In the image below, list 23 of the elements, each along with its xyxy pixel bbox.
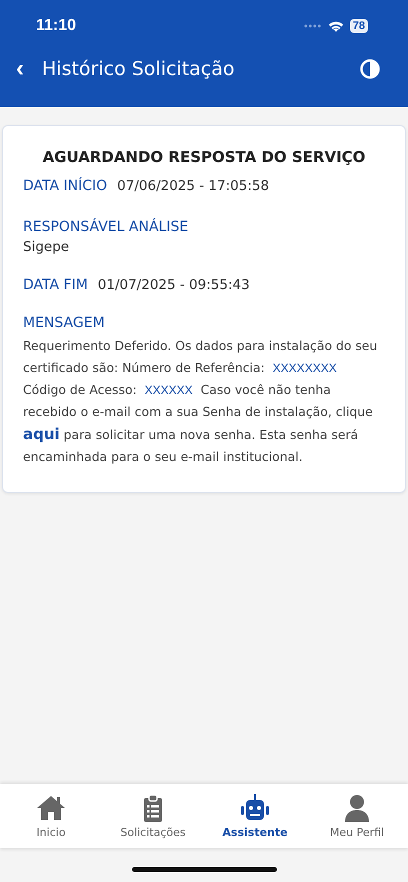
- field-label: DATA FIM: [23, 277, 88, 293]
- message-text: Requerimento Deferido. Os dados para instalação do seu certificado são: Número de Referência: XXXXXXXX Código de Acesso: XXXXXX Caso você não tenha recebido o e-mail com a sua Senha de instalação, clique aqui para solicitar uma nova senha. Esta senha será encaminhada para o seu e-mail institucional.: [23, 337, 378, 466]
- nav-tab[interactable]: Inicio: [0, 784, 102, 848]
- field-value: 07/06/2025 - 17:05:58: [117, 178, 270, 194]
- nav-tab[interactable]: Meu Perfil: [306, 784, 408, 848]
- screen-title: Histórico Solicitação: [42, 58, 236, 80]
- home-icon: [35, 793, 67, 823]
- link[interactable]: aqui: [23, 425, 60, 443]
- nav-tab[interactable]: Assistente: [204, 784, 306, 848]
- field-label: DATA INÍCIO: [23, 178, 108, 194]
- field-label: MENSAGEM: [23, 315, 106, 331]
- signal-icon: [304, 24, 322, 28]
- field-label: RESPONSÁVEL ANÁLISE: [23, 219, 188, 235]
- contrast-icon[interactable]: [360, 59, 380, 79]
- status-title: AGUARDANDO RESPOSTA DO SERVIÇO: [42, 148, 366, 166]
- field-value: 01/07/2025 - 09:55:43: [98, 277, 250, 293]
- back-button[interactable]: ‹: [12, 57, 28, 81]
- wifi-icon: [326, 20, 345, 32]
- robot-icon: [239, 793, 271, 823]
- nav-tab[interactable]: Solicitações: [102, 784, 204, 848]
- field-value: Sigepe: [23, 239, 70, 255]
- battery-level: 78: [350, 19, 368, 33]
- status-time: 11:10: [36, 17, 76, 35]
